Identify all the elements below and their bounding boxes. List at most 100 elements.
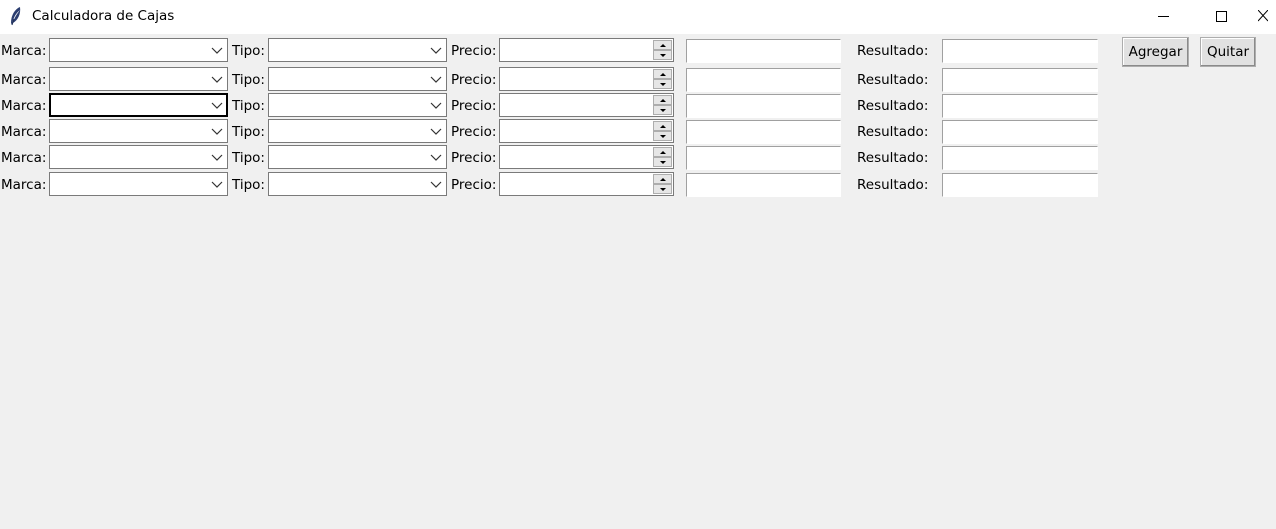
chevron-down-icon[interactable] [211, 74, 223, 84]
form-row: Marca: Tipo: Precio: Resultado: [0, 93, 1276, 119]
form-row: Marca: Tipo: Precio: Resultado: [0, 67, 1276, 93]
resultado-label: Resultado: [857, 124, 929, 140]
precio-spinbox[interactable] [499, 172, 674, 196]
chevron-down-icon[interactable] [211, 179, 223, 189]
arrow-up-icon [659, 43, 666, 47]
close-icon [1258, 10, 1268, 22]
precio-spinbox[interactable] [499, 93, 674, 117]
form-row: Marca: Tipo: Precio: Resultado: [0, 172, 1276, 198]
marca-combobox[interactable] [49, 93, 228, 117]
arrow-down-icon [659, 108, 666, 112]
spin-up-button[interactable] [653, 174, 672, 184]
spin-down-button[interactable] [653, 105, 672, 115]
resultado-entry[interactable] [942, 68, 1098, 92]
marca-combobox[interactable] [49, 172, 228, 196]
arrow-down-icon [659, 187, 666, 191]
arrow-up-icon [659, 98, 666, 102]
chevron-down-icon[interactable] [211, 100, 223, 110]
resultado-label: Resultado: [857, 177, 929, 193]
precio-label: Precio: [451, 150, 497, 166]
marca-combobox[interactable] [49, 38, 228, 62]
resultado-entry[interactable] [942, 94, 1098, 118]
resultado-label: Resultado: [857, 43, 929, 59]
resultado-label: Resultado: [857, 98, 929, 114]
tipo-combobox[interactable] [268, 145, 447, 169]
marca-combobox[interactable] [49, 67, 228, 91]
spin-up-button[interactable] [653, 121, 672, 131]
tipo-combobox[interactable] [268, 67, 447, 91]
calculo-entry[interactable] [686, 68, 841, 92]
feather-icon [11, 7, 21, 26]
tipo-label: Tipo: [232, 150, 265, 166]
chevron-down-icon[interactable] [430, 74, 442, 84]
form-row: Marca: Tipo: Precio: Resultado: [0, 145, 1276, 171]
calculo-entry[interactable] [686, 120, 841, 144]
agregar-button[interactable]: Agregar [1122, 37, 1189, 67]
precio-label: Precio: [451, 98, 497, 114]
spin-up-button[interactable] [653, 147, 672, 157]
marca-combobox[interactable] [49, 145, 228, 169]
marca-label: Marca: [1, 177, 47, 193]
arrow-up-icon [659, 72, 666, 76]
spin-up-button[interactable] [653, 95, 672, 105]
resultado-entry[interactable] [942, 120, 1098, 144]
tipo-combobox[interactable] [268, 119, 447, 143]
marca-label: Marca: [1, 124, 47, 140]
spin-up-button[interactable] [653, 69, 672, 79]
tipo-label: Tipo: [232, 177, 265, 193]
precio-spinbox[interactable] [499, 119, 674, 143]
chevron-down-icon[interactable] [430, 45, 442, 55]
maximize-button[interactable] [1198, 0, 1244, 32]
calculo-entry[interactable] [686, 39, 841, 63]
tipo-combobox[interactable] [268, 93, 447, 117]
tipo-label: Tipo: [232, 98, 265, 114]
form-row: Marca: Tipo: Precio: Resultado: [0, 38, 1276, 64]
chevron-down-icon[interactable] [211, 126, 223, 136]
arrow-down-icon [659, 53, 666, 57]
minimize-button[interactable] [1140, 0, 1186, 32]
spin-down-button[interactable] [653, 50, 672, 60]
tipo-label: Tipo: [232, 43, 265, 59]
chevron-down-icon[interactable] [430, 179, 442, 189]
spin-down-button[interactable] [653, 131, 672, 141]
resultado-label: Resultado: [857, 72, 929, 88]
calculo-entry[interactable] [686, 94, 841, 118]
chevron-down-icon[interactable] [430, 126, 442, 136]
chevron-down-icon[interactable] [430, 100, 442, 110]
resultado-entry[interactable] [942, 146, 1098, 170]
resultado-entry[interactable] [942, 173, 1098, 197]
precio-spinbox[interactable] [499, 67, 674, 91]
resultado-label: Resultado: [857, 150, 929, 166]
chevron-down-icon[interactable] [211, 152, 223, 162]
spin-down-button[interactable] [653, 79, 672, 89]
resultado-entry[interactable] [942, 39, 1098, 63]
precio-spinbox[interactable] [499, 145, 674, 169]
chevron-down-icon[interactable] [430, 152, 442, 162]
marca-label: Marca: [1, 72, 47, 88]
spin-down-button[interactable] [653, 184, 672, 194]
marca-label: Marca: [1, 150, 47, 166]
tipo-label: Tipo: [232, 124, 265, 140]
tipo-label: Tipo: [232, 72, 265, 88]
arrow-up-icon [659, 124, 666, 128]
chevron-down-icon[interactable] [211, 45, 223, 55]
arrow-up-icon [659, 177, 666, 181]
precio-label: Precio: [451, 72, 497, 88]
spin-down-button[interactable] [653, 157, 672, 167]
arrow-down-icon [659, 134, 666, 138]
tipo-combobox[interactable] [268, 172, 447, 196]
arrow-up-icon [659, 150, 666, 154]
marca-combobox[interactable] [49, 119, 228, 143]
calculo-entry[interactable] [686, 173, 841, 197]
precio-spinbox[interactable] [499, 38, 674, 62]
window-title: Calculadora de Cajas [32, 8, 175, 24]
tipo-combobox[interactable] [268, 38, 447, 62]
title-bar[interactable]: Calculadora de Cajas [0, 0, 1276, 34]
precio-label: Precio: [451, 43, 497, 59]
marca-label: Marca: [1, 43, 47, 59]
quitar-button[interactable]: Quitar [1200, 37, 1256, 67]
close-button[interactable] [1252, 0, 1276, 32]
calculo-entry[interactable] [686, 146, 841, 170]
arrow-down-icon [659, 160, 666, 164]
spin-up-button[interactable] [653, 40, 672, 50]
